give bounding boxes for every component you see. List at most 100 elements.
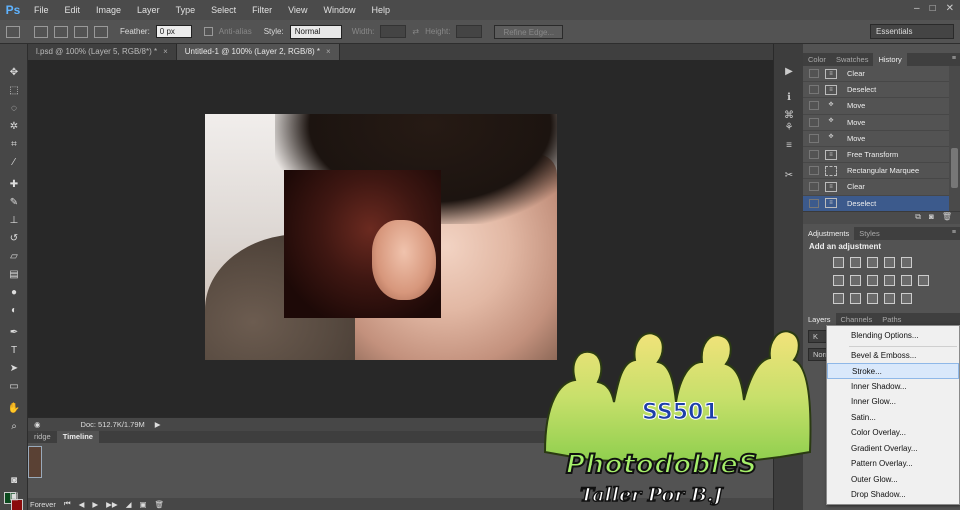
dodge-icon[interactable]: ◐ bbox=[5, 304, 23, 318]
menu-file[interactable]: File bbox=[26, 5, 57, 15]
magic-wand-icon[interactable]: ✲ bbox=[5, 120, 23, 134]
menu-image[interactable]: Image bbox=[88, 5, 129, 15]
levels-icon[interactable] bbox=[850, 257, 861, 268]
menu-item-satin[interactable]: Satin... bbox=[827, 410, 959, 426]
close-icon[interactable]: × bbox=[326, 47, 331, 56]
history-item[interactable]: ✥ Move bbox=[803, 131, 949, 147]
menu-item-inner-glow[interactable]: Inner Glow... bbox=[827, 394, 959, 410]
color-balance-icon[interactable] bbox=[850, 275, 861, 286]
inset-layer-photo[interactable] bbox=[284, 170, 441, 318]
timeline-frame-thumb[interactable] bbox=[28, 446, 42, 478]
screen-mode-icon[interactable]: ▣ bbox=[5, 490, 23, 504]
panel-menu-icon[interactable]: ≡ bbox=[952, 229, 956, 236]
tab-timeline[interactable]: Timeline bbox=[56, 431, 99, 443]
menu-filter[interactable]: Filter bbox=[244, 5, 280, 15]
style-select[interactable]: Normal bbox=[289, 24, 342, 39]
path-selection-icon[interactable]: ➤ bbox=[5, 362, 23, 376]
next-frame-icon[interactable]: ▶▶ bbox=[106, 500, 118, 509]
snapshot-checkbox[interactable] bbox=[809, 150, 819, 160]
eyedropper-icon[interactable]: ⁄ bbox=[5, 156, 23, 170]
type-tool-icon[interactable]: T bbox=[5, 344, 23, 358]
threshold-icon[interactable] bbox=[867, 293, 878, 304]
snapshot-checkbox[interactable] bbox=[809, 133, 819, 143]
black-white-icon[interactable] bbox=[867, 275, 878, 286]
vibrance-icon[interactable] bbox=[901, 257, 912, 268]
history-item[interactable]: ≡ Clear bbox=[803, 179, 949, 196]
doc-tab[interactable]: l.psd @ 100% (Layer 5, RGB/8*) * × bbox=[28, 44, 177, 60]
new-selection-icon[interactable] bbox=[34, 25, 48, 38]
hue-saturation-icon[interactable] bbox=[833, 275, 844, 286]
selective-color-icon[interactable] bbox=[901, 293, 912, 304]
menu-select[interactable]: Select bbox=[203, 5, 244, 15]
tab-color[interactable]: Color bbox=[803, 53, 831, 66]
brush-tool-icon[interactable]: ✎ bbox=[5, 196, 23, 210]
rectangle-tool-icon[interactable]: ▭ bbox=[5, 380, 23, 394]
history-item-selected[interactable]: ≡ Deselect bbox=[803, 195, 949, 212]
doc-tab-active[interactable]: Untitled-1 @ 100% (Layer 2, RGB/8) * × bbox=[176, 44, 340, 60]
menu-item-pattern-overlay[interactable]: Pattern Overlay... bbox=[827, 456, 959, 472]
hand-tool-icon[interactable]: ✋ bbox=[5, 402, 23, 416]
history-item[interactable]: ≡ Deselect bbox=[803, 82, 949, 99]
menu-item-outer-glow[interactable]: Outer Glow... bbox=[827, 472, 959, 488]
panel-menu-icon[interactable]: ≡ bbox=[952, 55, 956, 62]
lasso-tool-icon[interactable]: ◌ bbox=[5, 102, 23, 116]
menu-item-stroke[interactable]: Stroke... bbox=[827, 363, 959, 379]
snapshot-checkbox[interactable] bbox=[809, 69, 819, 79]
curves-icon[interactable] bbox=[867, 257, 878, 268]
menu-layer[interactable]: Layer bbox=[129, 5, 168, 15]
history-scrollbar[interactable] bbox=[949, 66, 960, 211]
channel-mixer-icon[interactable] bbox=[901, 275, 912, 286]
crop-tool-icon[interactable]: ⌗ bbox=[5, 138, 23, 152]
menu-view[interactable]: View bbox=[280, 5, 315, 15]
intersect-selection-icon[interactable] bbox=[94, 25, 108, 38]
gradient-map-icon[interactable] bbox=[884, 293, 895, 304]
exposure-icon[interactable] bbox=[884, 257, 895, 268]
tween-icon[interactable]: ◢ bbox=[126, 500, 132, 509]
subtract-selection-icon[interactable] bbox=[74, 25, 88, 38]
loop-select[interactable]: Forever bbox=[30, 500, 56, 509]
quick-mask-icon[interactable]: ◙ bbox=[5, 474, 23, 488]
menu-item-bevel-emboss[interactable]: Bevel & Emboss... bbox=[827, 348, 959, 364]
tab-mini-bridge[interactable]: ridge bbox=[28, 431, 57, 443]
first-frame-icon[interactable]: ⏮ bbox=[64, 499, 71, 509]
status-arrow-icon[interactable]: ▶ bbox=[155, 420, 161, 429]
antialias-checkbox[interactable] bbox=[203, 27, 213, 36]
invert-icon[interactable] bbox=[833, 293, 844, 304]
brush-preset-icon[interactable]: ⌘ bbox=[782, 110, 796, 122]
blur-icon[interactable]: ● bbox=[5, 286, 23, 300]
close-icon[interactable]: ✕ bbox=[946, 3, 954, 14]
tab-swatches[interactable]: Swatches bbox=[831, 53, 874, 66]
properties-icon[interactable]: ≡ bbox=[782, 140, 796, 152]
snapshot-checkbox[interactable] bbox=[809, 198, 819, 208]
history-item[interactable]: ≡ Clear bbox=[803, 66, 949, 83]
feather-input[interactable]: 0 px bbox=[155, 25, 192, 38]
width-input[interactable] bbox=[380, 25, 407, 38]
snapshot-checkbox[interactable] bbox=[809, 85, 819, 95]
new-document-from-state-icon[interactable]: ⧉ bbox=[915, 212, 921, 224]
tab-history[interactable]: History bbox=[873, 53, 907, 66]
history-item[interactable]: ✥ Move bbox=[803, 115, 949, 131]
info-panel-icon[interactable]: ℹ bbox=[782, 92, 796, 104]
healing-brush-icon[interactable]: ✚ bbox=[5, 178, 23, 192]
maximize-icon[interactable]: □ bbox=[930, 3, 936, 14]
snapshot-camera-icon[interactable]: ◙ bbox=[929, 212, 934, 224]
menu-window[interactable]: Window bbox=[315, 5, 363, 15]
photo-filter-icon[interactable] bbox=[884, 275, 895, 286]
zoom-indicator-icon[interactable]: ◉ bbox=[34, 420, 41, 429]
menu-item-drop-shadow[interactable]: Drop Shadow... bbox=[827, 487, 959, 503]
tab-styles[interactable]: Styles bbox=[854, 227, 884, 240]
delete-frame-icon[interactable]: 🗑 bbox=[155, 500, 165, 509]
history-brush-icon[interactable]: ↺ bbox=[5, 232, 23, 246]
height-input[interactable] bbox=[456, 25, 483, 38]
menu-item-inner-shadow[interactable]: Inner Shadow... bbox=[827, 379, 959, 395]
add-selection-icon[interactable] bbox=[54, 25, 68, 38]
menu-item-blending-options[interactable]: Blending Options... bbox=[827, 328, 959, 344]
new-frame-icon[interactable]: ▣ bbox=[139, 500, 146, 509]
gradient-icon[interactable]: ▤ bbox=[5, 268, 23, 282]
color-lookup-icon[interactable] bbox=[918, 275, 929, 286]
zoom-tool-icon[interactable]: ⌕ bbox=[5, 420, 23, 434]
move-tool-icon[interactable]: ✥ bbox=[5, 66, 23, 80]
play-icon[interactable]: ▶ bbox=[92, 500, 98, 509]
marquee-preset-icon[interactable] bbox=[6, 25, 20, 38]
snapshot-checkbox[interactable] bbox=[809, 101, 819, 111]
